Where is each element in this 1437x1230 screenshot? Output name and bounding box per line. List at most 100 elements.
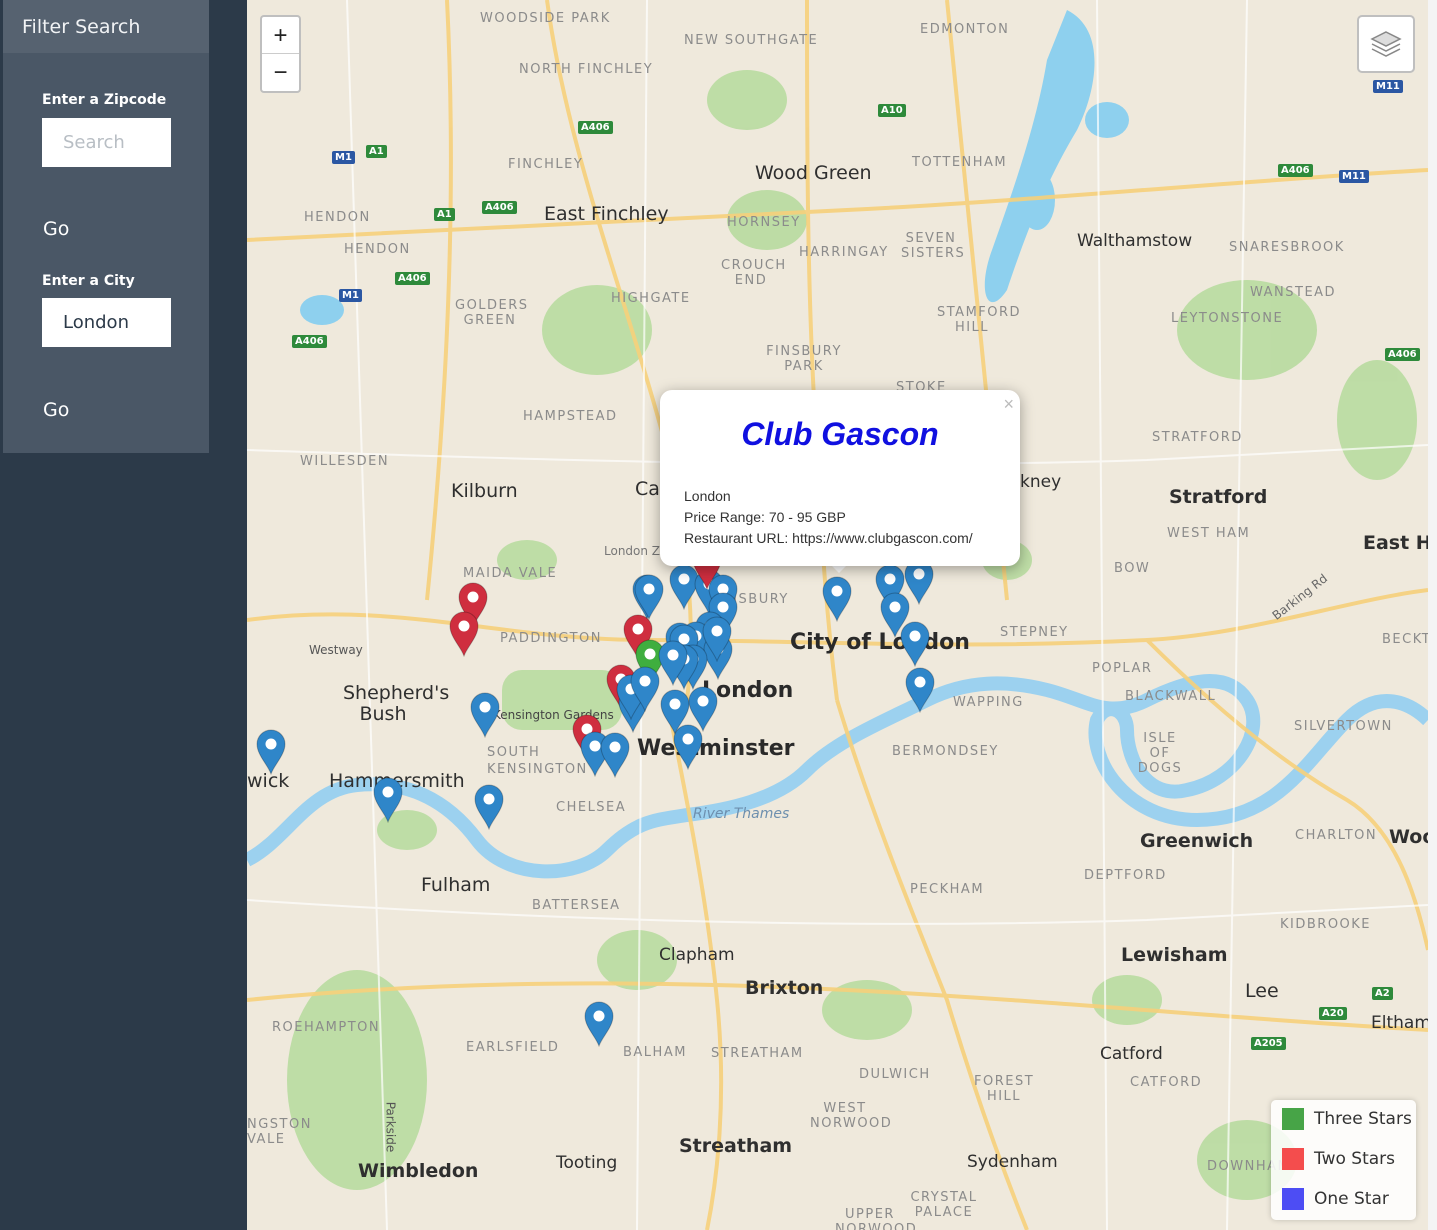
map-label: WOODSIDE PARK xyxy=(480,11,611,26)
restaurant-popup: × Club Gascon London Price Range: 70 - 9… xyxy=(660,390,1020,566)
map-label: DEPTFORD xyxy=(1084,868,1167,883)
layers-button[interactable] xyxy=(1357,15,1415,73)
map-label: CATFORD xyxy=(1130,1075,1203,1090)
restaurant-marker[interactable] xyxy=(449,611,479,658)
map-label: Greenwich xyxy=(1140,830,1254,852)
map-pin-icon xyxy=(449,611,479,658)
road-badge: A205 xyxy=(1251,1037,1286,1050)
map-pin-icon xyxy=(600,732,630,779)
map-label: Streatham xyxy=(679,1135,793,1157)
popup-url[interactable]: Restaurant URL: https://www.clubgascon.c… xyxy=(684,530,973,546)
map-label: Lee xyxy=(1245,980,1279,1002)
filter-panel: Filter Search Enter a Zipcode Go Enter a… xyxy=(3,0,209,453)
road-badge: A2 xyxy=(1372,987,1393,1000)
map-label: WANSTEAD xyxy=(1250,285,1337,300)
zipcode-label: Enter a Zipcode xyxy=(42,92,167,108)
map-label: SEVEN SISTERS xyxy=(901,231,966,261)
legend-label: Two Stars xyxy=(1314,1149,1395,1169)
map-label: UPPER NORWOOD xyxy=(835,1207,918,1230)
map-label: WAPPING xyxy=(953,695,1024,710)
map-label: Catford xyxy=(1100,1044,1163,1064)
map-label: CRYSTAL PALACE xyxy=(910,1190,978,1220)
map-pin-icon xyxy=(702,616,732,663)
legend-swatch xyxy=(1282,1148,1304,1170)
map-label: Fulham xyxy=(421,874,491,896)
restaurant-marker[interactable] xyxy=(634,574,664,621)
map-label: HENDON xyxy=(304,210,371,225)
zipcode-go-button[interactable]: Go xyxy=(43,218,69,240)
restaurant-marker[interactable] xyxy=(474,784,504,831)
map-label: Brixton xyxy=(745,977,824,999)
legend-row-three-stars: Three Stars xyxy=(1282,1108,1412,1130)
road-badge: A406 xyxy=(1385,348,1420,361)
map-label: FINCHLEY xyxy=(508,157,584,172)
zipcode-input[interactable] xyxy=(42,118,171,167)
map-label: BLACKWALL xyxy=(1125,689,1217,704)
map-label: BERMONDSEY xyxy=(892,744,999,759)
map-label: HIGHGATE xyxy=(611,291,691,306)
map-label: FINSBURY PARK xyxy=(766,344,842,374)
map-label: Parkside xyxy=(383,1101,398,1153)
restaurant-marker[interactable] xyxy=(630,666,660,713)
map-label: Lewisham xyxy=(1121,944,1228,966)
map-label: PECKHAM xyxy=(910,882,985,897)
popup-price: Price Range: 70 - 95 GBP xyxy=(684,509,846,525)
map-label: Ca xyxy=(635,478,660,500)
road-badge: A406 xyxy=(1278,164,1313,177)
restaurant-marker[interactable] xyxy=(658,640,688,687)
map-label: EDMONTON xyxy=(920,22,1010,37)
map-label: Westway xyxy=(309,643,363,657)
city-input[interactable] xyxy=(42,298,171,347)
map-pin-icon xyxy=(474,784,504,831)
road-badge: A1 xyxy=(366,145,387,158)
map-pin-icon xyxy=(373,777,403,824)
map-label: SILVERTOWN xyxy=(1294,719,1393,734)
map-label: TOTTENHAM xyxy=(912,155,1008,170)
restaurant-marker[interactable] xyxy=(256,729,286,776)
map-label: kney xyxy=(1020,472,1062,492)
map-pin-icon xyxy=(673,724,703,771)
map-pin-icon xyxy=(905,667,935,714)
restaurant-marker[interactable] xyxy=(900,621,930,668)
map-label: FOREST HILL xyxy=(974,1074,1035,1104)
restaurant-marker[interactable] xyxy=(373,777,403,824)
city-go-button[interactable]: Go xyxy=(43,399,69,421)
road-badge: A406 xyxy=(578,121,613,134)
map-label: Tooting xyxy=(556,1153,618,1173)
map-label: WILLESDEN xyxy=(300,454,390,469)
map-label: CHARLTON xyxy=(1295,828,1378,843)
restaurant-marker[interactable] xyxy=(673,724,703,771)
map-label: Wool xyxy=(1389,826,1428,848)
filter-header: Filter Search xyxy=(3,0,209,53)
popup-close-button[interactable]: × xyxy=(1003,394,1014,415)
map[interactable]: WOODSIDE PARK NEW SOUTHGATE EDMONTON NOR… xyxy=(247,0,1428,1230)
restaurant-marker[interactable] xyxy=(470,692,500,739)
map-label: NGSTON VALE xyxy=(247,1117,312,1147)
zoom-out-button[interactable]: − xyxy=(262,54,299,91)
road-badge: A406 xyxy=(292,335,327,348)
road-badge: A406 xyxy=(395,272,430,285)
map-label: STAMFORD HILL xyxy=(937,305,1022,335)
map-label: HARRINGAY xyxy=(799,245,889,260)
restaurant-marker[interactable] xyxy=(584,1001,614,1048)
legend-swatch xyxy=(1282,1108,1304,1130)
map-label: PADDINGTON xyxy=(500,631,602,646)
road-badge: M1 xyxy=(332,151,355,164)
map-label: SNARESBROOK xyxy=(1229,240,1345,255)
road-badge: M11 xyxy=(1339,170,1369,183)
map-label: STEPNEY xyxy=(1000,625,1069,640)
restaurant-marker[interactable] xyxy=(822,576,852,623)
map-label: East Ha xyxy=(1363,532,1428,554)
restaurant-marker[interactable] xyxy=(702,616,732,663)
restaurant-marker[interactable] xyxy=(600,732,630,779)
map-label: ROEHAMPTON xyxy=(272,1020,381,1035)
map-label: Eltham xyxy=(1371,1013,1428,1033)
legend: Three Stars Two Stars One Star xyxy=(1271,1100,1416,1220)
restaurant-marker[interactable] xyxy=(905,667,935,714)
map-pin-icon xyxy=(634,574,664,621)
zoom-in-button[interactable]: + xyxy=(262,17,299,54)
map-label: Wood Green xyxy=(755,162,872,184)
city-label: Enter a City xyxy=(42,273,135,289)
map-label: POPLAR xyxy=(1092,661,1153,676)
map-label: CHELSEA xyxy=(556,800,627,815)
